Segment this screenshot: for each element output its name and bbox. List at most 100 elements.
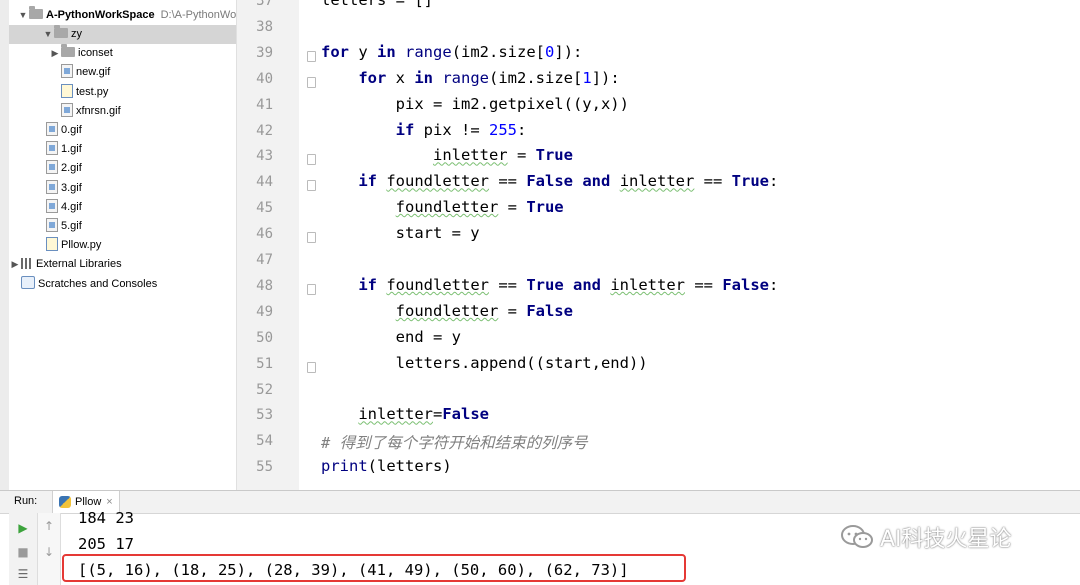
code-line[interactable]: letters.append((start,end)) <box>321 354 648 372</box>
tree-item[interactable]: 3.gif <box>9 179 82 198</box>
code-line[interactable]: if pix != 255: <box>321 121 527 139</box>
python-file-icon <box>61 83 73 98</box>
line-number: 41 <box>256 96 273 113</box>
tree-item[interactable]: Scratches and Consoles <box>9 275 157 294</box>
line-number: 52 <box>256 381 273 398</box>
line-number: 53 <box>256 407 273 424</box>
play-icon[interactable]: ▶ <box>9 521 37 535</box>
code-line[interactable]: for x in range(im2.size[1]): <box>321 69 619 87</box>
code-line[interactable]: inletter=False <box>321 405 489 423</box>
fold-marker-icon[interactable] <box>307 76 316 88</box>
arrow-down-icon[interactable]: ↓ <box>38 545 60 559</box>
line-number: 37 <box>256 0 273 9</box>
line-number: 48 <box>256 277 273 294</box>
project-root-name: A-PythonWorkSpace <box>46 9 155 21</box>
tree-item[interactable]: Pllow.py <box>9 236 101 255</box>
layout-icon[interactable]: ☰ <box>9 567 37 581</box>
run-tab-label: Pllow <box>75 496 102 508</box>
python-icon <box>59 496 71 509</box>
output-line-2: 205 17 <box>78 535 134 553</box>
tree-item[interactable]: 0.gif <box>9 121 82 140</box>
tree-item-label: 1.gif <box>61 143 82 156</box>
chevron-right-icon[interactable]: ▶ <box>49 44 61 63</box>
output-line-1: 184 23 <box>78 509 134 527</box>
fold-marker-icon[interactable] <box>307 361 316 373</box>
fold-marker-icon[interactable] <box>307 283 316 295</box>
code-line[interactable]: if foundletter == True and inletter == F… <box>321 276 778 294</box>
wechat-icon <box>841 525 873 548</box>
chevron-right-icon[interactable]: ▶ <box>9 255 21 274</box>
fold-marker-icon[interactable] <box>307 154 316 166</box>
tree-item-label: new.gif <box>76 66 111 79</box>
folder-icon <box>61 44 75 58</box>
tree-item[interactable]: xfnrsn.gif <box>9 102 121 121</box>
tree-item[interactable]: 2.gif <box>9 159 82 178</box>
tree-item-label: 3.gif <box>61 181 82 194</box>
line-number: 42 <box>256 122 273 139</box>
python-file-icon <box>46 237 58 252</box>
line-gutter: 37 38 39 40 41 42 43 44 45 46 47 48 49 50 51 52 53 54 55 <box>237 0 316 490</box>
tree-item-label: 0.gif <box>61 124 82 136</box>
line-number: 39 <box>256 44 273 61</box>
tree-item-label: 4.gif <box>61 200 82 213</box>
code-line[interactable]: # 得到了每个字符开始和结束的列序号 <box>321 431 588 453</box>
tree-item[interactable]: ▼ zy <box>9 25 236 44</box>
project-root-path: D:\A-PythonWor <box>160 9 236 21</box>
tree-item[interactable]: test.py <box>9 83 108 102</box>
line-number: 43 <box>256 148 273 165</box>
line-number: 50 <box>256 329 273 346</box>
tree-item[interactable]: ▶ External Libraries <box>9 255 122 274</box>
code-line[interactable]: for y in range(im2.size[0]): <box>321 43 582 61</box>
watermark-text: AI科技火星论 <box>880 527 1012 552</box>
image-file-icon <box>46 141 58 156</box>
arrow-up-icon[interactable]: ↑ <box>38 519 60 533</box>
line-number: 49 <box>256 303 273 320</box>
run-label: Run: <box>14 495 38 507</box>
line-number: 47 <box>256 252 273 268</box>
tree-item-label: xfnrsn.gif <box>76 104 121 117</box>
tree-item-label: test.py <box>76 85 109 98</box>
watermark: AI科技火星论 <box>840 520 1012 554</box>
close-icon[interactable]: × <box>106 496 112 508</box>
image-file-icon <box>46 198 58 213</box>
tree-item[interactable]: ▶ iconset <box>9 44 113 63</box>
code-line[interactable]: foundletter = True <box>321 198 564 216</box>
stop-icon[interactable]: ■ <box>9 545 37 559</box>
line-number: 46 <box>256 226 273 243</box>
code-editor[interactable]: 37 38 39 40 41 42 43 44 45 46 47 48 49 50 51 52 53 54 55 l… <box>236 0 1080 490</box>
code-line[interactable]: if foundletter == False and inletter == … <box>321 172 778 190</box>
line-number: 54 <box>256 433 273 450</box>
line-number: 51 <box>256 355 273 372</box>
tree-item-label: 2.gif <box>61 162 82 175</box>
fold-marker-icon[interactable] <box>307 232 316 244</box>
line-number: 55 <box>256 459 273 476</box>
code-line[interactable]: end = y <box>321 328 461 346</box>
image-file-icon <box>46 122 58 137</box>
code-line[interactable]: letters = [] <box>321 0 433 9</box>
code-line[interactable]: print(letters) <box>321 457 452 475</box>
tree-item[interactable]: new.gif <box>9 63 110 82</box>
tree-item-label: External Libraries <box>36 258 122 271</box>
project-panel: ▼ A-PythonWorkSpace D:\A-PythonWor ▼ zy ▶ ico… <box>9 0 236 490</box>
tree-item[interactable]: 4.gif <box>9 198 82 217</box>
tree-item[interactable]: 1.gif <box>9 140 82 159</box>
image-file-icon <box>46 218 58 233</box>
tree-item-label: zy <box>71 28 82 40</box>
output-highlight-box <box>62 554 686 582</box>
chevron-down-icon[interactable]: ▼ <box>42 25 54 44</box>
project-root[interactable]: ▼ A-PythonWorkSpace D:\A-PythonWor <box>17 6 236 25</box>
tree-item[interactable]: 5.gif <box>9 217 82 236</box>
code-line[interactable]: inletter = True <box>321 146 573 164</box>
code-line[interactable]: foundletter = False <box>321 302 573 320</box>
code-line[interactable]: pix = im2.getpixel((y,x)) <box>321 95 629 113</box>
chevron-down-icon[interactable]: ▼ <box>17 6 29 25</box>
tree-item-label: Scratches and Consoles <box>38 277 158 290</box>
fold-marker-icon[interactable] <box>307 180 316 192</box>
image-file-icon <box>46 160 58 175</box>
tree-item-label: Pllow.py <box>61 239 102 252</box>
image-file-icon <box>46 179 58 194</box>
line-number: 40 <box>256 70 273 87</box>
fold-marker-icon[interactable] <box>307 50 316 62</box>
code-line[interactable]: start = y <box>321 224 480 242</box>
tree-item-label: iconset <box>78 47 113 60</box>
